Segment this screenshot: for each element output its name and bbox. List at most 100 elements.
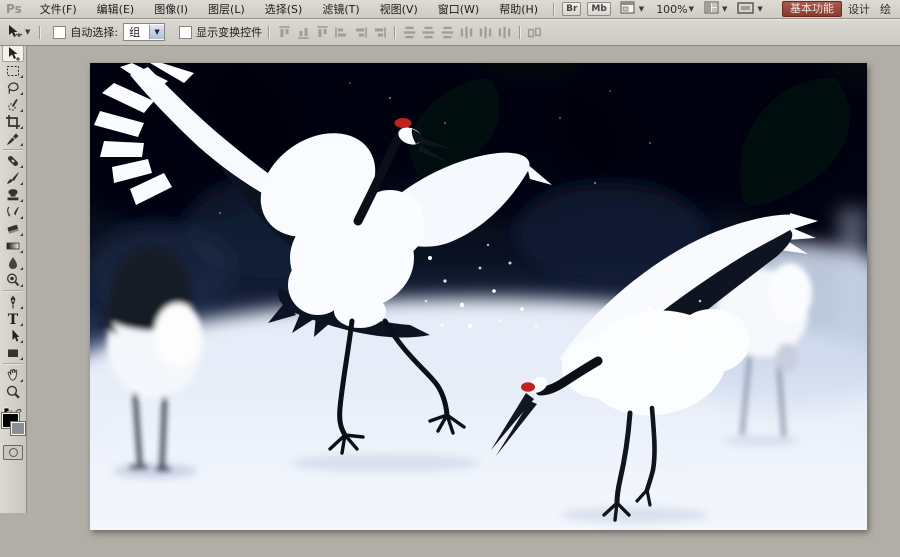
rectangle-shape-icon xyxy=(8,349,18,357)
tool-dodge[interactable] xyxy=(2,271,24,288)
zoom-level-dropdown-arrow[interactable]: ▼ xyxy=(689,5,694,13)
align-right-edges-icon[interactable] xyxy=(372,25,387,40)
tools-panel: T xyxy=(0,45,27,513)
menu-image[interactable]: 图像(I) xyxy=(144,1,198,18)
align-bottom-edges-icon[interactable] xyxy=(315,25,330,40)
distribute-left-edges-icon[interactable] xyxy=(459,25,474,40)
show-transform-checkbox[interactable] xyxy=(179,25,193,39)
photoshop-logo: Ps xyxy=(6,2,22,16)
auto-select-label: 自动选择: xyxy=(70,26,119,39)
menu-layer[interactable]: 图层(L) xyxy=(198,1,255,18)
distribute-top-edges-icon[interactable] xyxy=(402,25,417,40)
tool-pen[interactable] xyxy=(2,293,24,310)
workspace-switcher: 基本功能 设计 绘 xyxy=(782,0,900,18)
launch-bridge-button[interactable]: Br xyxy=(562,2,582,16)
distribute-vertical-centers-icon[interactable] xyxy=(421,25,436,40)
screen-mode-icon[interactable] xyxy=(737,1,755,17)
screen-mode-dropdown-arrow[interactable]: ▼ xyxy=(757,5,762,13)
current-tool-icon xyxy=(0,24,24,40)
eraser-icon xyxy=(7,224,19,234)
tool-spot-healing-brush[interactable] xyxy=(2,152,24,169)
quick-mask-icon xyxy=(8,448,18,457)
clone-stamp-icon xyxy=(7,188,19,200)
view-extras-icon[interactable] xyxy=(620,1,636,17)
tool-eraser[interactable] xyxy=(2,220,24,237)
tool-eyedropper[interactable] xyxy=(2,130,24,147)
menu-select[interactable]: 选择(S) xyxy=(255,1,313,18)
zoom-level-value[interactable]: 100% xyxy=(656,3,687,16)
tool-lasso[interactable] xyxy=(2,79,24,96)
align-vertical-centers-icon[interactable] xyxy=(296,25,311,40)
distribute-horizontal-centers-icon[interactable] xyxy=(478,25,493,40)
divider xyxy=(39,25,41,39)
tool-preset-dropdown-arrow[interactable]: ▼ xyxy=(25,28,30,36)
tools-divider xyxy=(3,290,23,291)
tools-divider xyxy=(3,363,23,364)
history-brush-icon xyxy=(7,206,19,217)
move-icon xyxy=(9,46,20,61)
rectangular-marquee-icon xyxy=(7,65,19,76)
background-color-swatch[interactable] xyxy=(10,421,26,436)
gradient-icon xyxy=(6,242,20,249)
align-top-edges-icon[interactable] xyxy=(277,25,292,40)
menu-filter[interactable]: 滤镜(T) xyxy=(312,1,369,18)
swap-colors-icon[interactable] xyxy=(2,402,24,417)
dodge-icon xyxy=(7,273,20,286)
tool-history-brush[interactable] xyxy=(2,203,24,220)
menu-file[interactable]: 文件(F) xyxy=(30,1,87,18)
divider xyxy=(519,25,521,39)
tool-rectangle-shape[interactable] xyxy=(2,344,24,361)
menu-window[interactable]: 窗口(W) xyxy=(428,1,489,18)
tool-hand[interactable] xyxy=(2,366,24,383)
distribute-bottom-edges-icon[interactable] xyxy=(440,25,455,40)
dropdown-arrow-icon[interactable]: ▼ xyxy=(149,25,165,39)
workspace-essentials-button[interactable]: 基本功能 xyxy=(782,1,842,17)
arrange-documents-icon[interactable] xyxy=(704,1,719,17)
alignment-buttons-group xyxy=(275,25,544,40)
zoom-icon xyxy=(6,385,20,399)
crane-photo xyxy=(90,63,867,530)
color-swatches xyxy=(1,402,26,437)
document-canvas[interactable] xyxy=(90,63,867,530)
lasso-icon xyxy=(7,81,19,94)
tool-blur[interactable] xyxy=(2,254,24,271)
pen-icon xyxy=(10,295,16,308)
tool-rectangular-marquee[interactable] xyxy=(2,62,24,79)
auto-select-target-dropdown[interactable]: 组 ▼ xyxy=(123,23,166,41)
distribute-right-edges-icon[interactable] xyxy=(497,25,512,40)
crop-icon xyxy=(6,114,20,129)
eyedropper-icon xyxy=(7,133,19,145)
auto-select-checkbox[interactable] xyxy=(53,25,67,39)
align-horizontal-centers-icon[interactable] xyxy=(353,25,368,40)
auto-select-target-value: 组 xyxy=(129,26,141,39)
auto-align-layers-icon[interactable] xyxy=(527,25,542,40)
spot-healing-brush-icon xyxy=(8,155,18,166)
view-extras-dropdown-arrow[interactable]: ▼ xyxy=(639,5,644,13)
tool-type[interactable]: T xyxy=(2,310,24,327)
menu-view[interactable]: 视图(V) xyxy=(370,1,428,18)
tool-path-selection[interactable] xyxy=(2,327,24,344)
quick-mask-mode-button[interactable] xyxy=(3,445,23,460)
workspace-painting-button[interactable]: 绘 xyxy=(880,1,894,17)
tool-brush[interactable] xyxy=(2,169,24,186)
divider xyxy=(553,2,555,16)
tool-quick-selection[interactable] xyxy=(2,96,24,113)
tool-gradient[interactable] xyxy=(2,237,24,254)
path-selection-icon xyxy=(12,329,20,341)
launch-mini-bridge-button[interactable]: Mb xyxy=(587,2,611,16)
workspace-design-button[interactable]: 设计 xyxy=(848,1,870,17)
tool-crop[interactable] xyxy=(2,113,24,130)
tool-move[interactable] xyxy=(2,45,24,62)
divider xyxy=(268,25,270,39)
svg-text:T: T xyxy=(8,312,19,327)
tool-zoom[interactable] xyxy=(2,383,24,400)
tool-options-bar: ▼ 自动选择: 组 ▼ 显示变换控件 xyxy=(0,19,900,46)
align-left-edges-icon[interactable] xyxy=(334,25,349,40)
menu-edit[interactable]: 编辑(E) xyxy=(87,1,145,18)
arrange-documents-dropdown-arrow[interactable]: ▼ xyxy=(722,5,727,13)
tools-divider xyxy=(3,149,23,150)
type-icon: T xyxy=(8,312,19,327)
tool-clone-stamp[interactable] xyxy=(2,186,24,203)
quick-selection-icon xyxy=(8,98,18,111)
menu-help[interactable]: 帮助(H) xyxy=(489,1,548,18)
